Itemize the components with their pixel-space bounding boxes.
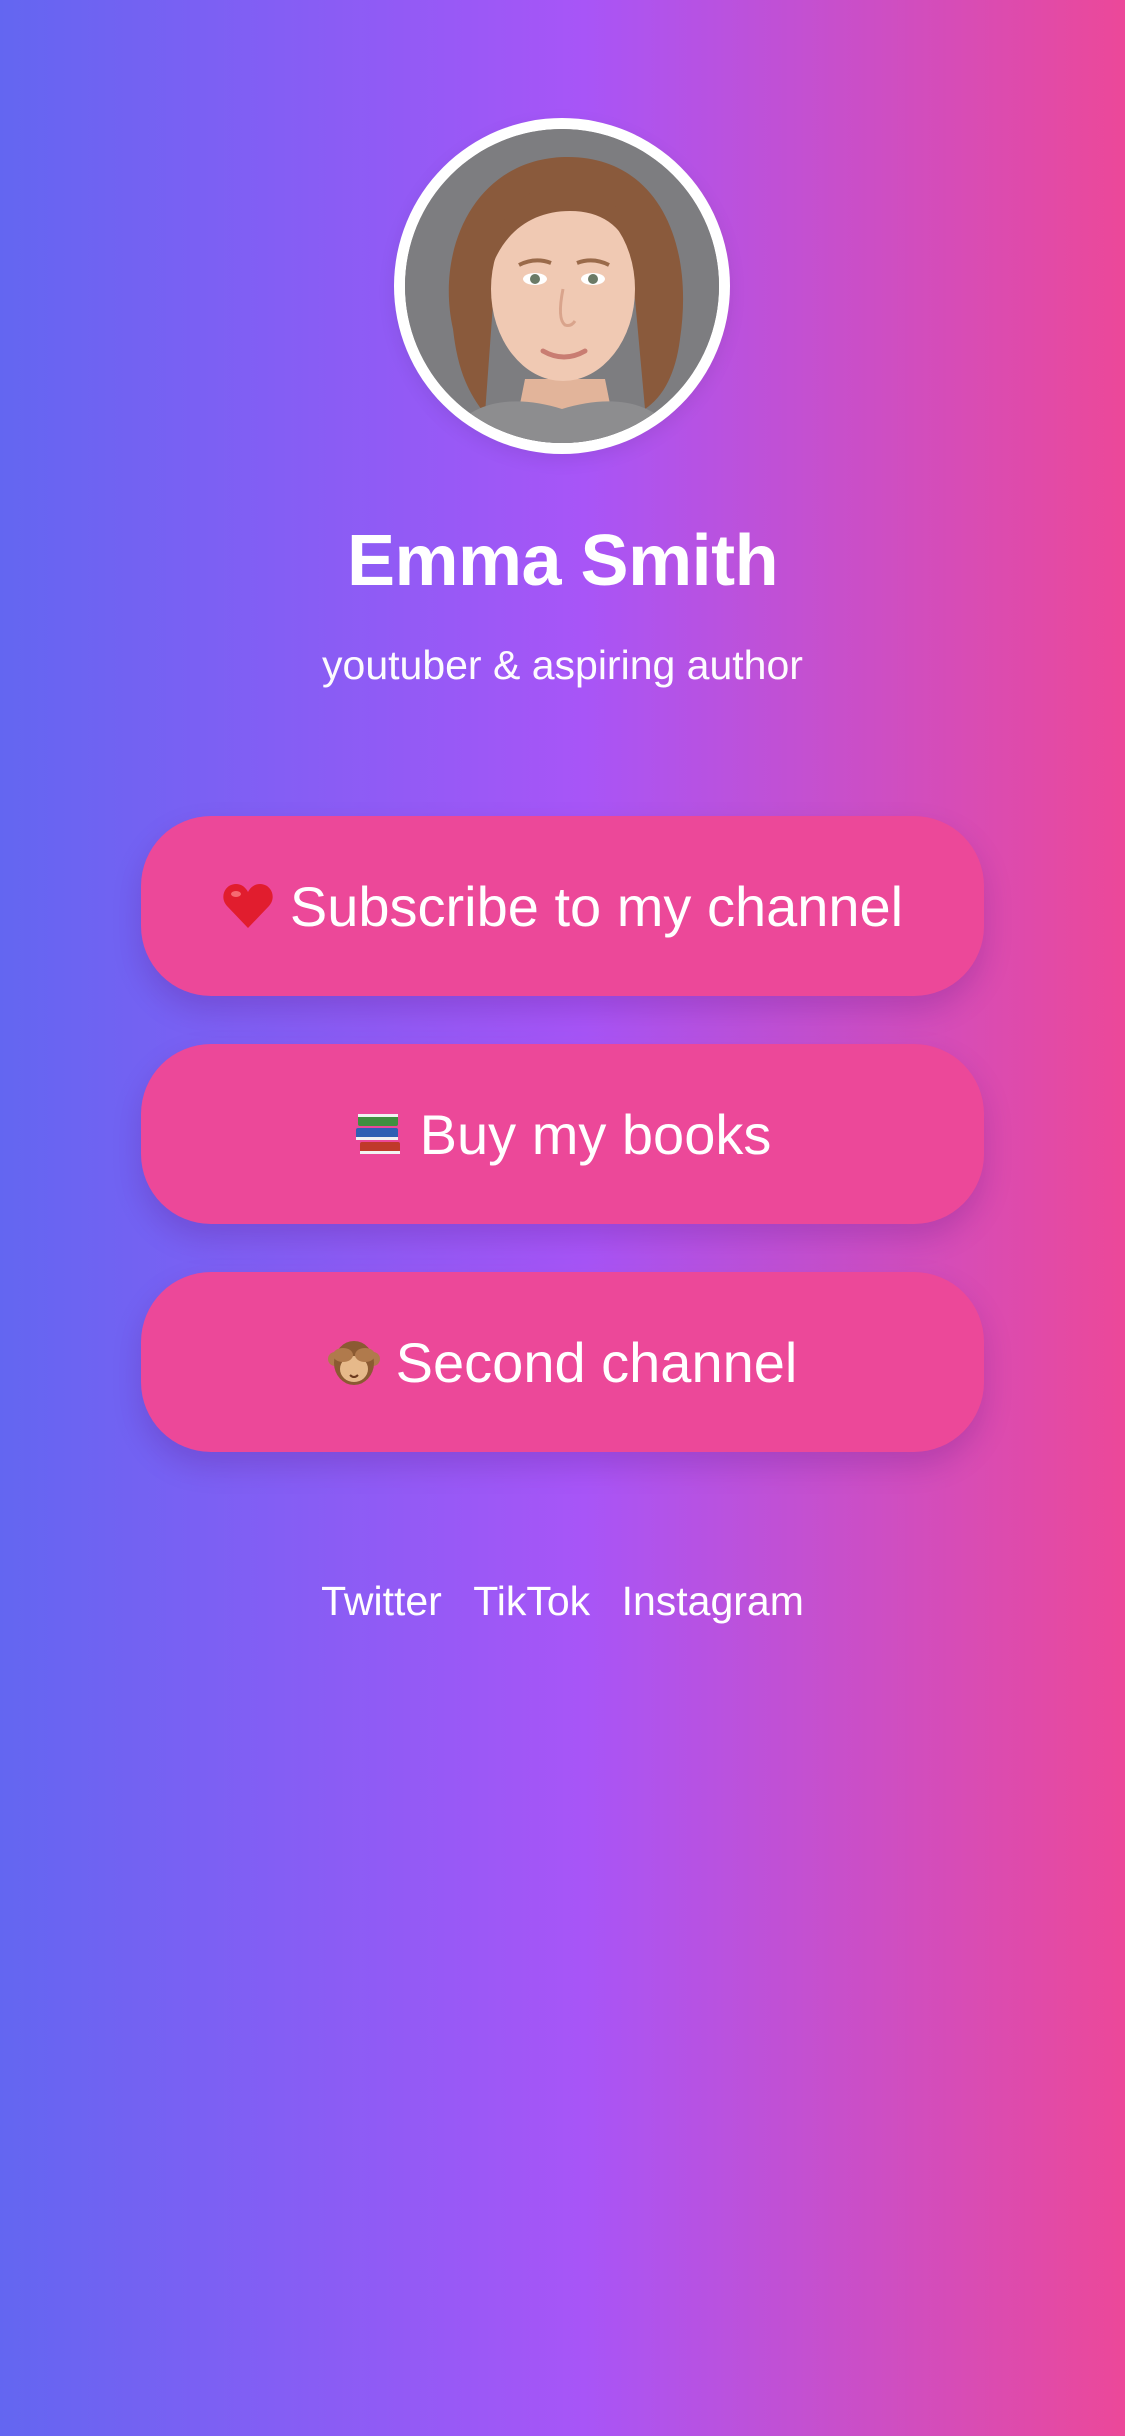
profile-name: Emma Smith	[346, 521, 779, 601]
subscribe-button[interactable]: Subscribe to my channel	[141, 816, 984, 996]
social-links: Twitter TikTok Instagram	[0, 1578, 1125, 1625]
red-heart-icon	[222, 882, 274, 930]
second-channel-button[interactable]: Second channel	[141, 1272, 984, 1452]
profile-photo	[405, 129, 719, 443]
profile-bio: youtuber & aspiring author	[322, 642, 803, 688]
second-channel-button-label: Second channel	[395, 1330, 798, 1394]
see-no-evil-monkey-icon	[327, 1337, 380, 1387]
buy-books-button-label: Buy my books	[419, 1102, 772, 1166]
buy-books-button[interactable]: Buy my books	[141, 1044, 984, 1224]
books-icon	[354, 1110, 404, 1158]
subscribe-button-label: Subscribe to my channel	[289, 874, 904, 938]
twitter-link[interactable]: Twitter	[321, 1578, 442, 1624]
avatar	[394, 118, 730, 454]
instagram-link[interactable]: Instagram	[622, 1578, 804, 1624]
link-list: Subscribe to my channel Buy my books Sec…	[141, 816, 984, 1500]
profile-page: Emma Smith youtuber & aspiring author Su…	[0, 0, 1125, 2436]
tiktok-link[interactable]: TikTok	[473, 1578, 590, 1624]
